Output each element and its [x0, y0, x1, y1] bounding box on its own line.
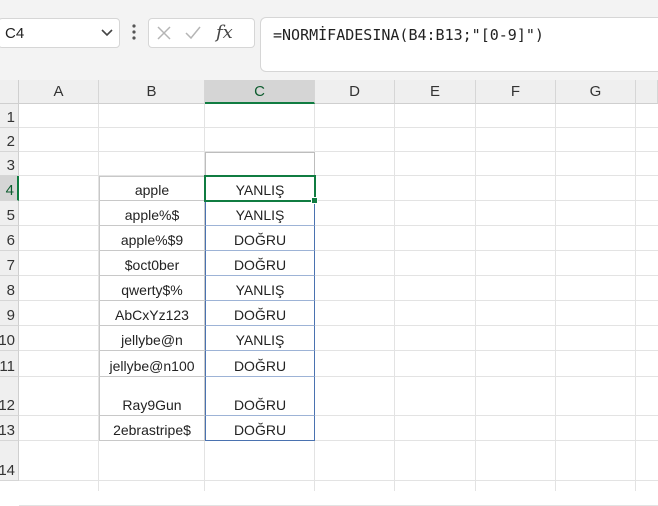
name-box-value: C4	[5, 25, 25, 42]
cancel-icon[interactable]	[156, 25, 172, 41]
column-header-a[interactable]: A	[19, 80, 99, 104]
confirm-icon[interactable]	[184, 25, 202, 41]
cell-value: YANLIŞ	[235, 207, 285, 223]
row-header-1[interactable]: 1	[0, 104, 19, 128]
row-header-11[interactable]: 11	[0, 351, 19, 377]
column-header-f[interactable]: F	[476, 80, 556, 104]
cell-value: 2ebrastripe$	[113, 422, 191, 438]
cell-value: qwerty$%	[121, 282, 183, 298]
cell-value: YANLIŞ	[235, 332, 285, 348]
row-header-5[interactable]: 5	[0, 201, 19, 226]
cell-c11[interactable]: DOĞRU	[205, 351, 315, 377]
cell-b8[interactable]: qwerty$%	[99, 276, 205, 301]
cell-value: DOĞRU	[233, 358, 287, 374]
column-header-e[interactable]: E	[395, 80, 476, 104]
spreadsheet-grid: ABCDEFG1234567891011121314appleYANLIŞapp…	[0, 80, 658, 506]
column-header-c[interactable]: C	[205, 80, 315, 104]
row-header-9[interactable]: 9	[0, 301, 19, 326]
gridline	[394, 104, 395, 491]
cell-value: apple%$	[124, 207, 180, 223]
cell-b7[interactable]: $oct0ber	[99, 251, 205, 276]
cell-c6[interactable]: DOĞRU	[205, 226, 315, 251]
cell-value: DOĞRU	[233, 397, 287, 413]
row-number: 3	[6, 157, 15, 174]
cell-c9[interactable]: DOĞRU	[205, 301, 315, 326]
select-all-corner[interactable]	[0, 80, 19, 104]
row-header-3[interactable]: 3	[0, 152, 19, 176]
gridline	[555, 104, 556, 491]
formula-text: =NORMİFADESINA(B4:B13;"[0-9]")	[273, 26, 544, 44]
row-header-2[interactable]: 2	[0, 128, 19, 152]
row-number: 13	[0, 422, 15, 439]
row-header-7[interactable]: 7	[0, 251, 19, 276]
column-header-g[interactable]: G	[556, 80, 636, 104]
fill-handle[interactable]	[311, 197, 318, 204]
cell-b5[interactable]: apple%$	[99, 201, 205, 226]
cell-b4[interactable]: apple	[99, 176, 205, 201]
cell-c3[interactable]	[205, 152, 315, 176]
insert-function-button[interactable]: fx	[216, 22, 233, 43]
cell-value: apple	[134, 182, 170, 198]
cell-b13[interactable]: 2ebrastripe$	[99, 416, 205, 441]
gridline	[19, 480, 658, 481]
cell-b10[interactable]: jellybe@n	[99, 326, 205, 351]
column-header-partial[interactable]	[636, 80, 658, 104]
column-header-d[interactable]: D	[315, 80, 395, 104]
cell-value: Ray9Gun	[122, 397, 182, 413]
gridline	[19, 127, 658, 128]
cell-b6[interactable]: apple%$9	[99, 226, 205, 251]
gridline	[19, 151, 658, 152]
row-number: 4	[5, 182, 14, 199]
row-number: 1	[6, 109, 15, 126]
row-header-8[interactable]: 8	[0, 276, 19, 301]
cell-value: DOĞRU	[233, 232, 287, 248]
formula-buttons: fx	[148, 18, 255, 48]
row-number: 14	[0, 462, 15, 479]
more-options-icon[interactable]	[131, 22, 137, 42]
cell-c12[interactable]: DOĞRU	[205, 377, 315, 416]
cell-value: DOĞRU	[233, 307, 287, 323]
row-number: 9	[6, 307, 15, 324]
cell-b12[interactable]: Ray9Gun	[99, 377, 205, 416]
row-header-14[interactable]: 14	[0, 441, 19, 481]
cell-value: AbCxYz123	[115, 307, 189, 323]
row-header-10[interactable]: 10	[0, 326, 19, 351]
cell-c7[interactable]: DOĞRU	[205, 251, 315, 276]
chevron-down-icon[interactable]	[99, 24, 115, 40]
cell-value: jellybe@n	[121, 332, 183, 348]
name-box[interactable]: C4	[0, 18, 120, 48]
cell-c5[interactable]: YANLIŞ	[205, 201, 315, 226]
row-header-12[interactable]: 12	[0, 377, 19, 416]
cell-b9[interactable]: AbCxYz123	[99, 301, 205, 326]
active-cell-selection	[204, 175, 316, 202]
row-header-13[interactable]: 13	[0, 416, 19, 441]
row-header-4[interactable]: 4	[0, 176, 19, 201]
formula-input[interactable]: =NORMİFADESINA(B4:B13;"[0-9]")	[260, 17, 658, 72]
row-number: 5	[6, 207, 15, 224]
formula-bar-area: C4 fx =NORMİFADESINA(B4:B13;"[0-9]")	[0, 0, 658, 80]
cell-value: DOĞRU	[233, 422, 287, 438]
row-header-6[interactable]: 6	[0, 226, 19, 251]
gridline	[475, 104, 476, 491]
cell-value: apple%$9	[120, 232, 184, 248]
cell-value: jellybe@n100	[109, 358, 195, 374]
row-number: 7	[6, 257, 15, 274]
row-number: 12	[0, 397, 15, 414]
cell-b11[interactable]: jellybe@n100	[99, 351, 205, 377]
column-header-b[interactable]: B	[99, 80, 205, 104]
row-number: 11	[0, 358, 15, 375]
cell-c13[interactable]: DOĞRU	[205, 416, 315, 441]
cell-value: DOĞRU	[233, 257, 287, 273]
row-number: 2	[6, 133, 15, 150]
gridline	[635, 104, 636, 491]
row-number: 6	[6, 232, 15, 249]
cell-value: YANLIŞ	[235, 282, 285, 298]
row-number: 10	[0, 332, 15, 349]
row-number: 8	[6, 282, 15, 299]
cell-c8[interactable]: YANLIŞ	[205, 276, 315, 301]
cell-c10[interactable]: YANLIŞ	[205, 326, 315, 351]
cell-value: $oct0ber	[124, 257, 180, 273]
